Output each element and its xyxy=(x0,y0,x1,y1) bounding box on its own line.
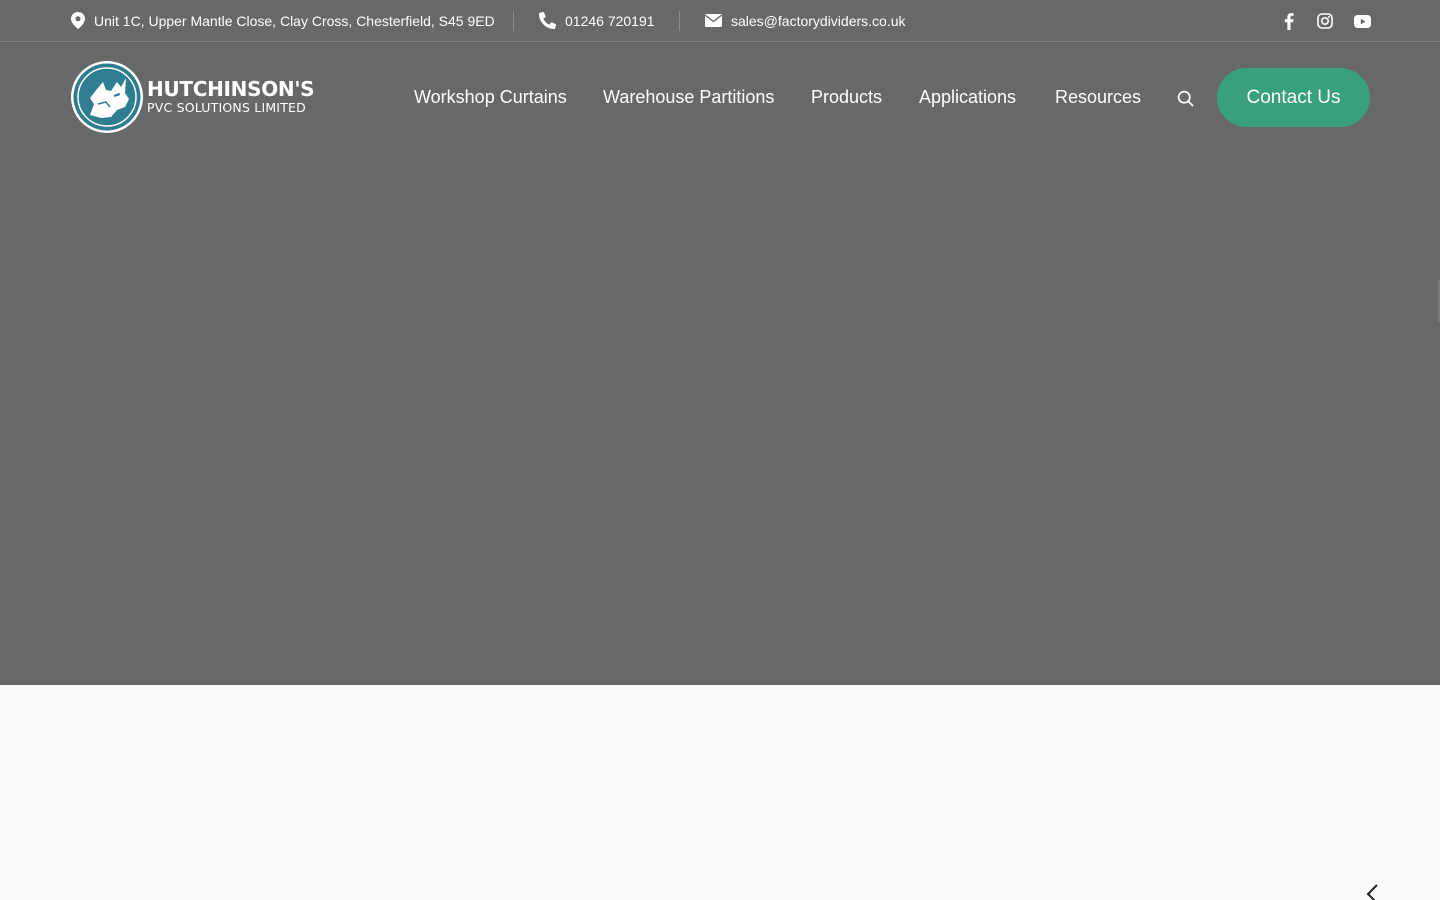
nav-resources[interactable]: Resources xyxy=(1055,84,1141,110)
address-item: Unit 1C, Upper Mantle Close, Clay Cross,… xyxy=(71,0,495,41)
facebook-icon xyxy=(1284,12,1294,30)
map-pin-icon xyxy=(71,12,85,29)
youtube-icon xyxy=(1353,14,1371,28)
nav-applications[interactable]: Applications xyxy=(919,84,1016,110)
phone-text: 01246 720191 xyxy=(565,12,655,29)
phone-item[interactable]: 01246 720191 xyxy=(539,0,655,41)
email-item[interactable]: sales@factorydividers.co.uk xyxy=(705,0,906,41)
logo-wordmark: HUTCHINSON'S PVC SOLUTIONS LIMITED xyxy=(147,77,315,116)
contact-us-button[interactable]: Contact Us xyxy=(1217,68,1370,127)
rhino-logo-icon xyxy=(71,61,143,133)
site-logo[interactable]: HUTCHINSON'S PVC SOLUTIONS LIMITED xyxy=(70,60,330,134)
top-info-bar: Unit 1C, Upper Mantle Close, Clay Cross,… xyxy=(0,0,1440,42)
divider xyxy=(513,11,514,31)
logo-title: HUTCHINSON'S xyxy=(147,77,315,102)
logo-subtitle: PVC SOLUTIONS LIMITED xyxy=(147,100,306,116)
carousel-prev-button[interactable] xyxy=(1362,882,1382,900)
email-text: sales@factorydividers.co.uk xyxy=(731,12,906,29)
phone-icon xyxy=(539,12,556,29)
address-text: Unit 1C, Upper Mantle Close, Clay Cross,… xyxy=(94,12,495,29)
nav-warehouse-partitions[interactable]: Warehouse Partitions xyxy=(603,84,774,110)
divider xyxy=(679,11,680,31)
nav-workshop-curtains[interactable]: Workshop Curtains xyxy=(414,84,567,110)
envelope-icon xyxy=(705,14,722,27)
youtube-link[interactable] xyxy=(1352,11,1372,31)
search-button[interactable] xyxy=(1174,87,1196,109)
nav-products[interactable]: Products xyxy=(811,84,882,110)
instagram-icon xyxy=(1317,13,1333,29)
chevron-left-icon xyxy=(1366,884,1378,900)
facebook-link[interactable] xyxy=(1279,11,1299,31)
instagram-link[interactable] xyxy=(1315,11,1335,31)
search-icon xyxy=(1177,90,1193,106)
